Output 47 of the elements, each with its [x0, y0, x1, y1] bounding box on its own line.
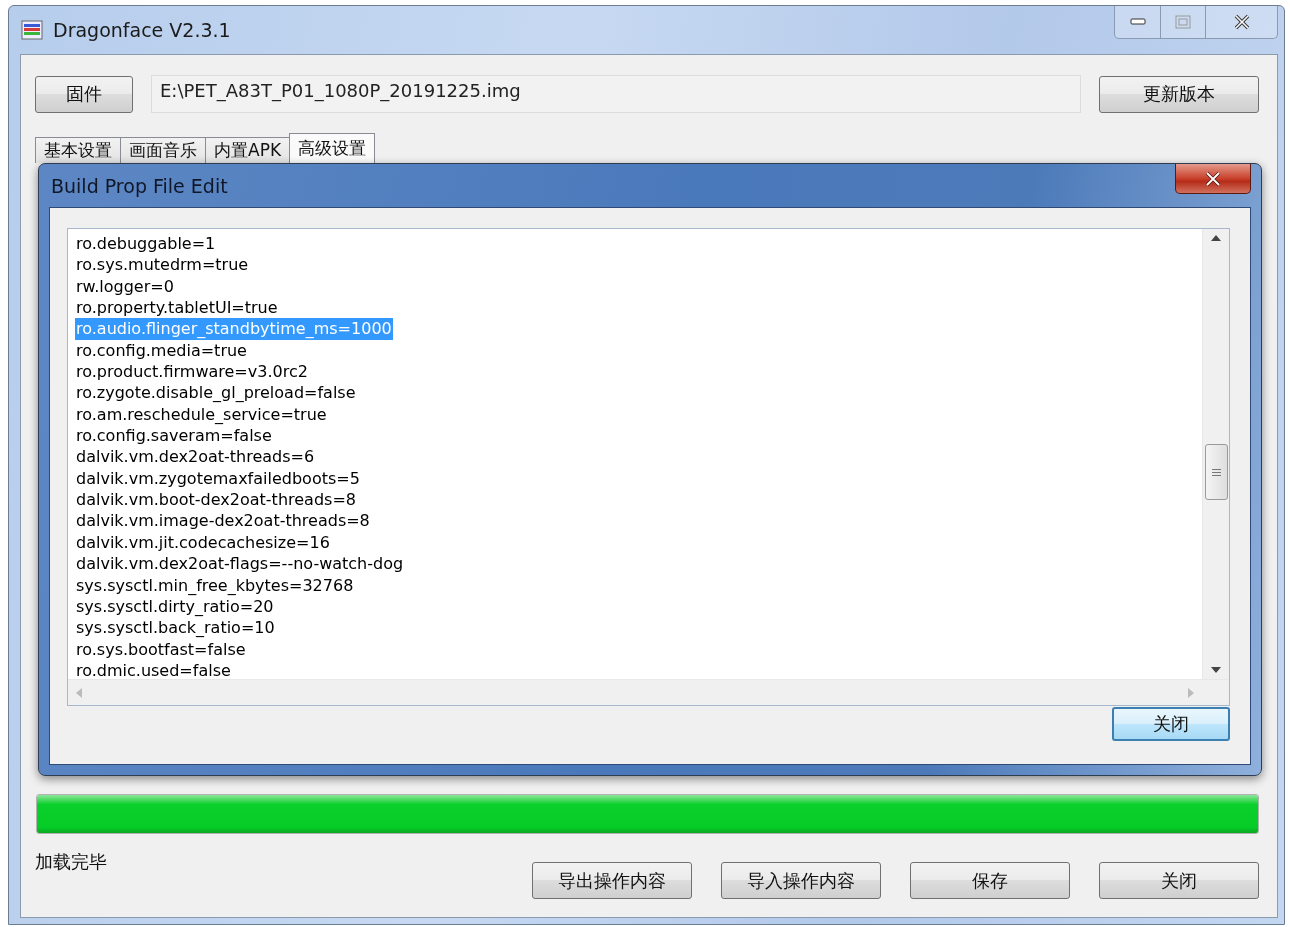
tab[interactable]: 画面音乐 [120, 137, 206, 163]
path-field[interactable]: E:\PET_A83T_P01_1080P_20191225.img [151, 75, 1081, 113]
scroll-thumb[interactable] [1205, 444, 1228, 500]
status-text: 加载完毕 [35, 850, 107, 874]
list-line[interactable]: rw.logger=0 [75, 275, 175, 298]
list-line[interactable]: ro.sys.mutedrm=true [75, 254, 250, 276]
update-button[interactable]: 更新版本 [1099, 75, 1259, 113]
maximize-icon [1175, 15, 1191, 29]
list-line[interactable]: dalvik.vm.jit.codecachesize=16 [75, 531, 331, 554]
tab[interactable]: 基本设置 [35, 137, 121, 163]
action-button[interactable]: 关闭 [1099, 862, 1259, 899]
scroll-down-icon[interactable] [1211, 667, 1221, 673]
list-line[interactable]: sys.sysctl.min_free_kbytes=32768 [75, 574, 355, 596]
grip-icon [1212, 467, 1221, 477]
minimize-icon [1129, 18, 1146, 26]
list-line[interactable]: ro.sys.bootfast=false [75, 638, 247, 660]
tab[interactable]: 内置APK [205, 137, 291, 163]
dialog-title: Build Prop File Edit [51, 174, 228, 197]
list-line[interactable]: dalvik.vm.boot-dex2oat-threads=8 [75, 489, 357, 511]
list-line[interactable]: ro.am.reschedule_service=true [75, 403, 328, 426]
close-dialog-button[interactable]: 关闭 [1112, 707, 1230, 741]
list-line[interactable]: ro.zygote.disable_gl_preload=false [75, 382, 357, 404]
scroll-up-icon[interactable] [1211, 235, 1221, 241]
list-line[interactable]: ro.debuggable=1 [75, 233, 217, 255]
list-line[interactable]: dalvik.vm.zygotemaxfailedboots=5 [75, 467, 361, 490]
list-line[interactable]: sys.sysctl.back_ratio=10 [75, 617, 276, 639]
action-button[interactable]: 保存 [910, 862, 1070, 899]
list-line[interactable]: dalvik.vm.dex2oat-threads=6 [75, 446, 316, 468]
close-icon [1204, 170, 1222, 187]
list-line[interactable]: ro.property.tabletUI=true [75, 297, 279, 319]
action-button[interactable]: 导出操作内容 [532, 862, 692, 899]
window-title: Dragonface V2.3.1 [53, 19, 231, 41]
list-line[interactable]: ro.config.saveram=false [75, 425, 273, 447]
action-button[interactable]: 导入操作内容 [721, 862, 881, 899]
vertical-scrollbar[interactable] [1202, 229, 1229, 679]
tab[interactable]: 高级设置 [289, 133, 376, 163]
firmware-button[interactable]: 固件 [35, 75, 133, 113]
close-icon [1232, 14, 1251, 30]
list-line[interactable]: ro.config.media=true [75, 339, 248, 362]
list-line[interactable]: dalvik.vm.image-dex2oat-threads=8 [75, 510, 371, 532]
list-line[interactable]: ro.product.firmware=v3.0rc2 [75, 361, 309, 383]
list-line[interactable]: ro.dmic.used=false [75, 659, 232, 679]
app-icon [21, 20, 43, 40]
text-list[interactable] [67, 228, 1230, 706]
list-line[interactable]: dalvik.vm.dex2oat-flags=--no-watch-dog [75, 553, 405, 575]
list-line[interactable]: sys.sysctl.dirty_ratio=20 [75, 595, 275, 618]
close-button[interactable] [1175, 164, 1251, 194]
